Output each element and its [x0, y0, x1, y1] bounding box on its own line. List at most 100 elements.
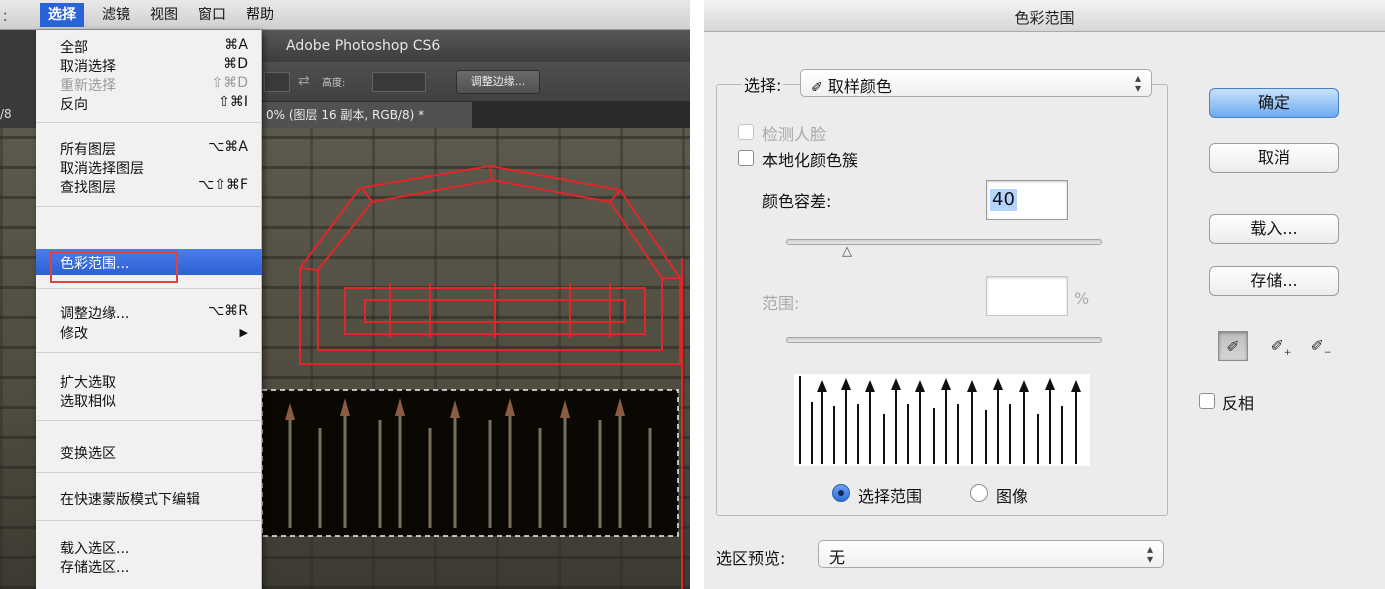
submenu-arrow-icon: ▶ — [239, 326, 248, 339]
refine-edge-button[interactable]: 调整边缘... — [456, 70, 540, 94]
menu-item-label: 取消选择图层 — [60, 161, 144, 177]
eyedropper-icon[interactable]: ✐ — [1218, 331, 1248, 361]
fuzziness-slider-thumb[interactable]: △ — [842, 244, 852, 259]
menu-item-refine-edge[interactable]: 调整边缘... ⌥⌘R — [36, 302, 262, 322]
menu-item-reselect: 重新选择 ⇧⌘D — [36, 74, 262, 94]
app-title: Adobe Photoshop CS6 — [286, 38, 441, 54]
select-popup-value: ✐ 取样颜色 — [811, 73, 892, 97]
document-tab-edge: /8 — [0, 107, 12, 121]
localized-clusters-checkbox[interactable] — [738, 150, 754, 166]
menu-separator — [36, 472, 262, 473]
menu-item-find-layers[interactable]: 查找图层 ⌥⇧⌘F — [36, 176, 262, 196]
menu-item-label: 重新选择 — [60, 78, 116, 94]
menu-help[interactable]: 帮助 — [242, 5, 278, 25]
fuzziness-field[interactable]: 40 — [986, 180, 1068, 220]
width-field[interactable] — [264, 72, 290, 92]
menu-item-deselect-layers[interactable]: 取消选择图层 — [36, 157, 262, 177]
invert-label: 反相 — [1222, 394, 1255, 413]
menu-item-shortcut: ⇧⌘D — [211, 75, 248, 91]
eyedropper-icon: ✐ — [811, 80, 823, 96]
menu-item-shortcut: ⌥⇧⌘F — [198, 177, 248, 193]
photoshop-title-bar: Adobe Photoshop CS6 — [262, 30, 690, 62]
menu-item-label: 扩大选取 — [60, 375, 116, 391]
range-slider-track — [786, 337, 1102, 343]
menu-item-shortcut: ⌘A — [224, 37, 248, 53]
selection-preview-image — [794, 374, 1090, 466]
menu-separator — [36, 206, 262, 207]
menu-separator — [36, 352, 262, 353]
menu-item-label: 存储选区... — [60, 560, 130, 576]
menu-item-modify[interactable]: 修改 ▶ — [36, 322, 262, 342]
menu-item-deselect[interactable]: 取消选择 ⌘D — [36, 55, 262, 75]
invert-checkbox[interactable] — [1199, 393, 1215, 409]
menu-item-inverse[interactable]: 反向 ⇧⌘I — [36, 93, 262, 113]
menu-item-shortcut: ⌘D — [223, 56, 248, 72]
detect-faces-checkbox[interactable] — [738, 124, 754, 140]
detect-faces-label: 检测人脸 — [762, 125, 827, 144]
menu-view[interactable]: 视图 — [146, 5, 182, 25]
menu-item-grow[interactable]: 扩大选取 — [36, 371, 262, 391]
menu-edge: ： — [2, 10, 16, 25]
dialog-title: 色彩范围 — [1014, 9, 1075, 27]
fuzziness-slider-track[interactable] — [786, 239, 1102, 245]
swap-icon[interactable]: ⇄ — [298, 73, 310, 89]
height-label: 高度: — [322, 78, 346, 89]
fuzziness-label: 颜色容差: — [762, 192, 832, 211]
selection-preview-popup[interactable]: 无 ▴ ▾ — [818, 540, 1164, 568]
load-button[interactable]: 载入... — [1209, 214, 1339, 244]
menu-item-all[interactable]: 全部 ⌘A — [36, 36, 262, 56]
updown-arrow-icon: ▴ ▾ — [1134, 71, 1142, 95]
menu-item-label: 调整边缘... — [60, 306, 130, 322]
eyedropper-add-icon[interactable]: ✐+ — [1266, 331, 1296, 361]
save-button[interactable]: 存储... — [1209, 266, 1339, 296]
menu-item-label: 全部 — [60, 40, 88, 56]
selection-preview-value: 无 — [829, 548, 846, 567]
menu-item-label: 修改 — [60, 326, 88, 342]
menu-item-label: 所有图层 — [60, 142, 116, 158]
fuzziness-value: 40 — [990, 189, 1017, 211]
dialog-title-bar: 色彩范围 — [704, 0, 1385, 32]
select-label: 选择: — [742, 72, 784, 96]
selection-radio[interactable] — [832, 484, 850, 502]
options-bar: ⇄ 高度: 调整边缘... — [262, 62, 690, 102]
menu-item-all-layers[interactable]: 所有图层 ⌥⌘A — [36, 138, 262, 158]
menu-item-similar[interactable]: 选取相似 — [36, 390, 262, 410]
menu-item-label: 反向 — [60, 97, 88, 113]
menu-item-quick-mask[interactable]: 在快速蒙版模式下编辑 — [36, 488, 262, 508]
ok-button[interactable]: 确定 — [1209, 88, 1339, 118]
document-tab-bar: 0% (图层 16 副本, RGB/8) * — [262, 102, 690, 128]
menu-filter[interactable]: 滤镜 — [98, 5, 134, 25]
menu-item-transform-selection[interactable]: 变换选区 — [36, 442, 262, 462]
height-field[interactable] — [372, 72, 426, 92]
menu-item-load-selection[interactable]: 载入选区... — [36, 537, 262, 557]
select-menu: 全部 ⌘A 取消选择 ⌘D 重新选择 ⇧⌘D 反向 ⇧⌘I 所有图层 ⌥⌘A 取… — [36, 30, 262, 589]
menu-item-shortcut: ⌥⌘A — [208, 139, 248, 155]
updown-arrow-icon: ▴ ▾ — [1146, 542, 1154, 566]
color-range-dialog: 色彩范围 选择: ✐ 取样颜色 ▴ ▾ 检测人脸 本地化颜色簇 颜色容差: 40 … — [704, 0, 1385, 589]
menu-item-shortcut: ⌥⌘R — [208, 303, 248, 319]
menu-item-label: 载入选区... — [60, 541, 130, 557]
image-radio[interactable] — [970, 484, 988, 502]
selection-preview-label: 选区预览: — [716, 549, 786, 568]
image-radio-label: 图像 — [996, 487, 1029, 506]
preview-fence-graphic — [799, 376, 1081, 464]
menu-item-shortcut: ⇧⌘I — [218, 94, 248, 110]
select-popup[interactable]: ✐ 取样颜色 ▴ ▾ — [800, 69, 1152, 97]
range-label: 范围: — [762, 294, 800, 313]
eyedropper-subtract-icon[interactable]: ✐− — [1306, 331, 1336, 361]
cancel-button[interactable]: 取消 — [1209, 143, 1339, 173]
menu-item-label: 变换选区 — [60, 446, 116, 462]
selection-radio-label: 选择范围 — [858, 487, 923, 506]
menu-separator — [36, 420, 262, 421]
menu-item-label: 选取相似 — [60, 394, 116, 410]
localized-clusters-label: 本地化颜色簇 — [762, 151, 859, 170]
menu-item-save-selection[interactable]: 存储选区... — [36, 556, 262, 576]
menu-select[interactable]: 选择 — [40, 3, 84, 27]
menu-separator — [36, 520, 262, 521]
menu-window[interactable]: 窗口 — [194, 5, 230, 25]
range-unit: % — [1074, 289, 1090, 308]
highlight-annotation-box — [50, 251, 178, 283]
document-tab[interactable]: 0% (图层 16 副本, RGB/8) * — [262, 102, 472, 128]
menu-separator — [36, 122, 262, 123]
photoshop-window: ： 选择 滤镜 视图 窗口 帮助 Adobe Photoshop CS6 ⇄ 高… — [0, 0, 690, 589]
